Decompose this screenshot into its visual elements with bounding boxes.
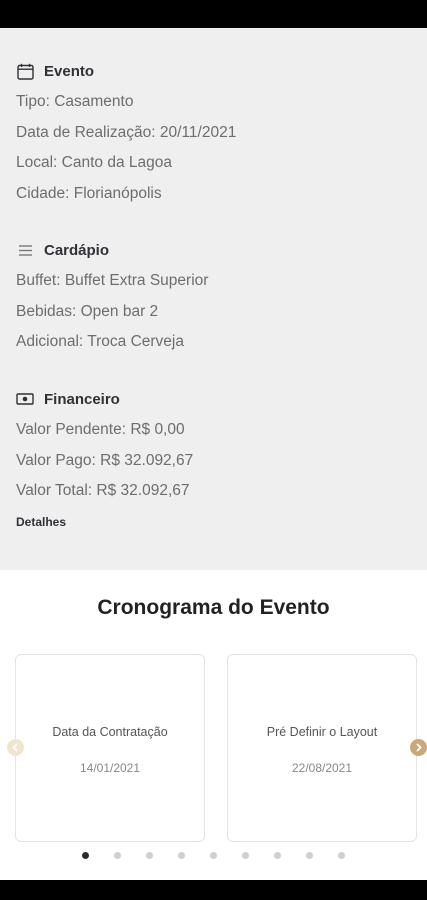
cardapio-adicional: Adicional: Troca Cerveja bbox=[16, 333, 184, 350]
carousel-next-button[interactable] bbox=[410, 739, 427, 756]
cardapio-title: Cardápio bbox=[44, 241, 110, 259]
cardapio-section: Cardápio Buffet: Buffet Extra Superior B… bbox=[16, 239, 208, 358]
event-info-panel: Evento Tipo: Casamento Data de Realizaçã… bbox=[0, 28, 427, 570]
pagination-dot[interactable] bbox=[306, 852, 313, 859]
evento-section: Evento Tipo: Casamento Data de Realizaçã… bbox=[16, 60, 236, 209]
pagination-dot[interactable] bbox=[178, 852, 185, 859]
timeline-card-date: 22/08/2021 bbox=[291, 761, 353, 775]
evento-cidade: Cidade: Florianópolis bbox=[16, 184, 162, 202]
timeline-card-title: Data da Contratação bbox=[52, 725, 168, 739]
pagination-dot[interactable] bbox=[114, 852, 121, 859]
pagination-dot[interactable] bbox=[338, 852, 345, 859]
pagination-dot[interactable] bbox=[146, 852, 153, 859]
valor-pendente: Valor Pendente: R$ 0,00 bbox=[16, 421, 185, 438]
pagination-dot[interactable] bbox=[210, 852, 217, 859]
pagination-dot[interactable] bbox=[242, 852, 249, 859]
navigation-bar bbox=[0, 880, 427, 900]
cardapio-header: Cardápio bbox=[16, 239, 208, 261]
cardapio-buffet: Buffet: Buffet Extra Superior bbox=[16, 272, 209, 289]
valor-total: Valor Total: R$ 32.092,67 bbox=[16, 482, 190, 499]
carousel-pagination bbox=[82, 852, 370, 859]
cronograma-title: Cronograma do Evento bbox=[97, 596, 330, 619]
evento-local: Local: Canto da Lagoa bbox=[16, 154, 172, 171]
money-icon bbox=[16, 390, 34, 408]
detalhes-link[interactable]: Detalhes bbox=[16, 515, 66, 529]
chevron-right-icon bbox=[416, 743, 422, 752]
financeiro-header: Financeiro bbox=[16, 388, 193, 410]
evento-data: Data de Realização: 20/11/2021 bbox=[16, 123, 237, 141]
carousel-prev-button[interactable] bbox=[7, 739, 24, 756]
evento-title: Evento bbox=[44, 62, 95, 80]
pagination-dot[interactable] bbox=[274, 852, 281, 859]
calendar-icon bbox=[16, 62, 34, 80]
pagination-dot[interactable] bbox=[82, 852, 89, 859]
timeline-card-title: Pré Definir o Layout bbox=[266, 725, 378, 739]
valor-pago: Valor Pago: R$ 32.092,67 bbox=[16, 451, 194, 469]
menu-list-icon bbox=[16, 241, 34, 259]
timeline-card[interactable]: Data da Contratação 14/01/2021 bbox=[15, 654, 205, 842]
evento-tipo: Tipo: Casamento bbox=[16, 93, 134, 110]
chevron-left-icon bbox=[12, 743, 18, 752]
financeiro-section: Financeiro Valor Pendente: R$ 0,00 Valor… bbox=[16, 388, 193, 531]
timeline-card[interactable]: Pré Definir o Layout 22/08/2021 bbox=[227, 654, 417, 842]
timeline-card-date: 14/01/2021 bbox=[79, 761, 141, 775]
status-bar bbox=[0, 0, 427, 28]
cardapio-bebidas: Bebidas: Open bar 2 bbox=[16, 302, 159, 320]
evento-header: Evento bbox=[16, 60, 236, 82]
financeiro-title: Financeiro bbox=[44, 390, 120, 408]
